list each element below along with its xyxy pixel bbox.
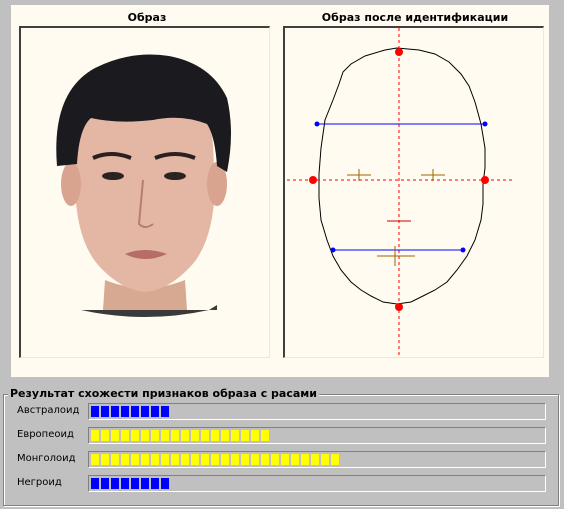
race-label-mongoloid: Монголоид [17, 453, 76, 464]
right-eye-mark [421, 169, 445, 181]
image-panels: Образ Образ после идентификации [11, 5, 549, 377]
photo-left-eye [102, 172, 124, 180]
race-progress-negroid [88, 475, 546, 492]
race-row-mongoloid: Монголоид [0, 451, 560, 469]
race-label-australoid: Австралоид [17, 405, 80, 416]
race-progress-fill-negroid [91, 478, 170, 489]
race-progress-fill-europeoid [91, 430, 270, 441]
race-label-negroid: Негроид [17, 477, 62, 488]
original-image-title: Образ [127, 11, 167, 24]
race-progress-australoid [88, 403, 546, 420]
race-progress-mongoloid [88, 451, 546, 468]
top-landmark [395, 48, 403, 56]
race-progress-europeoid [88, 427, 546, 444]
race-label-europeoid: Европеоид [17, 429, 74, 440]
mouth-mark [377, 246, 415, 266]
race-row-europeoid: Европеоид [0, 427, 560, 445]
identified-image-title: Образ после идентификации [321, 11, 509, 24]
forehead-right-point [482, 121, 488, 127]
photo-left-ear [61, 162, 81, 206]
face-contour [318, 47, 486, 305]
right-cheek-landmark [481, 176, 489, 184]
race-results-title: Результат схожести признаков образа с ра… [8, 387, 319, 400]
race-progress-fill-australoid [91, 406, 170, 417]
left-cheek-landmark [309, 176, 317, 184]
race-row-negroid: Негроид [0, 475, 560, 493]
forehead-left-point [314, 121, 320, 127]
photo-right-eye [164, 172, 186, 180]
original-image-frame [19, 26, 270, 358]
jaw-right-point [460, 247, 466, 253]
race-progress-fill-mongoloid [91, 454, 340, 465]
identified-image-frame [283, 26, 544, 358]
face-photo [56, 54, 231, 317]
face-contour-diagram [287, 28, 513, 357]
race-row-australoid: Австралоид [0, 403, 560, 421]
jaw-left-point [330, 247, 336, 253]
left-eye-mark [347, 169, 371, 181]
chin-landmark [395, 303, 403, 311]
